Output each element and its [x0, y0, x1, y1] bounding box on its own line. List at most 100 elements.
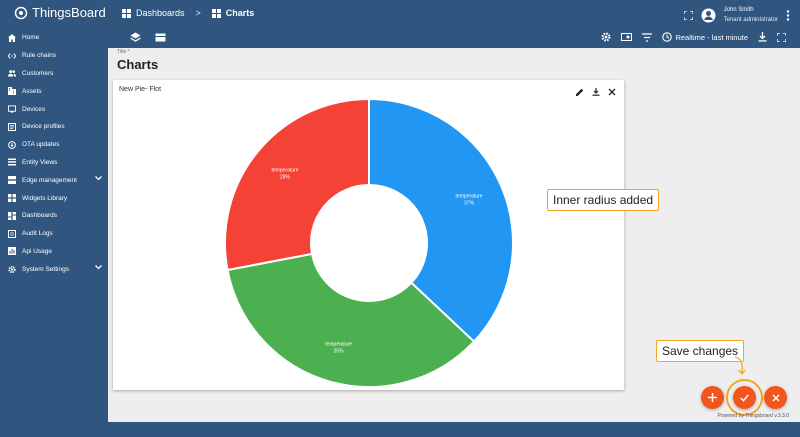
top-bar: ThingsBoard Dashboards > Charts John Smi… [0, 0, 800, 29]
user-info[interactable]: John Smith Tenant administrator [724, 5, 778, 25]
sidebar-item-dashboards[interactable]: Dashboards [0, 207, 108, 225]
powered-by-text: Powered by Thingsboard [717, 413, 773, 419]
user-role: Tenant administrator [723, 17, 778, 23]
save-changes-callout: Save changes [656, 340, 745, 362]
pie-chart: temperature37%temperature35%temperature2… [224, 97, 514, 388]
sidebar-item-edge-management[interactable]: Edge management [0, 171, 108, 189]
more-vert-icon[interactable] [786, 9, 790, 21]
sidebar-item-label: Customers [22, 69, 54, 77]
ota-icon [8, 140, 16, 149]
slice-label-2: temperature [272, 168, 299, 174]
slice-label-0: temperature [456, 194, 483, 200]
sidebar-item-label: System Settings [22, 265, 69, 273]
dashboard-icon [211, 8, 221, 18]
powered-by[interactable]: Powered by Thingsboard v.3.3.0 [717, 413, 789, 419]
pie-chart-widget[interactable]: temperature 37% temperature 35% temperature 2… [113, 80, 624, 390]
sidebar-item-label: OTA updates [22, 141, 60, 149]
plus-icon [708, 393, 717, 402]
dashboard-icon [8, 211, 16, 220]
sidebar-item-label: Devices [22, 105, 46, 113]
sidebar-item-label: Home [22, 34, 40, 42]
page-title[interactable]: Charts [117, 57, 158, 72]
widget-title: New Pie- Flot [119, 86, 162, 93]
close-icon [771, 393, 780, 402]
sidebar-item-device-profiles[interactable]: Device profiles [0, 118, 108, 136]
building-icon [8, 87, 16, 96]
sidebar-item-label: Widgets Library [22, 194, 68, 202]
aliases-icon[interactable] [621, 32, 633, 42]
user-name: John Smith [723, 7, 754, 13]
app-name: ThingsBoard [32, 5, 106, 20]
sidebar-item-widgets-library[interactable]: Widgets Library [0, 189, 108, 207]
sidebar-item-devices[interactable]: Devices [0, 100, 108, 118]
callout-arrow-icon [734, 356, 746, 376]
device-icon [8, 105, 16, 113]
logo[interactable]: ThingsBoard [14, 5, 106, 20]
widget-actions [576, 88, 616, 96]
api-icon [8, 247, 16, 256]
thingsboard-logo-icon [14, 6, 28, 19]
sidebar-item-label: Assets [22, 87, 42, 95]
sidebar-item-label: Edge management [22, 176, 77, 184]
title-field-label: Title * [117, 49, 130, 55]
sidebar-item-label: Device profiles [22, 123, 65, 131]
sidebar-item-label: Dashboards [22, 212, 58, 220]
close-icon[interactable] [608, 88, 616, 96]
breadcrumb-dashboards[interactable]: Dashboards [136, 8, 185, 18]
download-icon[interactable] [592, 88, 600, 96]
pie-slice-2[interactable] [224, 97, 370, 272]
cancel-changes-button[interactable] [764, 386, 787, 409]
filter-icon[interactable] [642, 32, 653, 42]
sidebar-item-assets[interactable]: Assets [0, 82, 108, 100]
sidebar-item-audit-logs[interactable]: Audit Logs [0, 225, 108, 243]
slice-percent-2: 28% [280, 175, 291, 181]
layers-icon[interactable] [130, 32, 141, 43]
edge-icon [8, 176, 16, 185]
code-icon [8, 52, 16, 59]
header-actions: John Smith Tenant administrator [683, 5, 790, 25]
breadcrumb-charts: Charts [225, 8, 255, 18]
check-icon [740, 394, 749, 402]
sidebar-item-rule-chains[interactable]: Rule chains [0, 47, 108, 65]
add-widget-button[interactable] [701, 386, 724, 409]
people-icon [8, 70, 16, 78]
slice-percent-1: 35% [334, 349, 345, 355]
save-changes-button[interactable] [733, 386, 756, 409]
sidebar-item-customers[interactable]: Customers [0, 65, 108, 83]
home-icon [8, 33, 16, 42]
timewindow-label: Realtime - last minute [675, 32, 748, 42]
dashboards-icon [122, 8, 131, 18]
settings-icon [8, 265, 16, 273]
dashboard-layout-icon[interactable] [155, 32, 166, 43]
slice-label-1: temperature [325, 342, 352, 348]
widgets-icon [8, 194, 16, 203]
chevron-down-icon[interactable] [95, 265, 102, 270]
status-bar [0, 422, 800, 437]
sidebar-item-label: Audit Logs [22, 230, 53, 238]
view-icon [8, 158, 16, 166]
timewindow-button[interactable]: Realtime - last minute [662, 32, 748, 42]
fullscreen-icon[interactable] [777, 32, 786, 42]
sidebar: Home Rule chains Customers Assets Device… [0, 29, 108, 437]
sidebar-item-home[interactable]: Home [0, 29, 108, 47]
edit-icon[interactable] [576, 88, 584, 96]
inner-radius-callout: Inner radius added [547, 189, 660, 211]
audit-icon [8, 229, 16, 238]
sidebar-item-entity-views[interactable]: Entity Views [0, 154, 108, 172]
slice-percent-0: 37% [464, 201, 475, 207]
avatar-icon[interactable] [701, 8, 716, 23]
profile-icon [8, 122, 16, 131]
sidebar-item-api-usage[interactable]: Api Usage [0, 243, 108, 261]
breadcrumb: Dashboards > Charts [122, 8, 254, 18]
sidebar-item-label: Rule chains [22, 52, 56, 60]
breadcrumb-separator: > [195, 8, 201, 18]
download-icon[interactable] [758, 32, 767, 42]
fullscreen-icon[interactable] [683, 10, 693, 20]
sidebar-item-ota-updates[interactable]: OTA updates [0, 136, 108, 154]
sidebar-item-label: Entity Views [22, 158, 58, 166]
clock-icon [662, 32, 673, 42]
chevron-down-icon[interactable] [95, 176, 102, 181]
sidebar-item-system-settings[interactable]: System Settings [0, 260, 108, 278]
sidebar-item-label: Api Usage [22, 247, 52, 255]
gear-icon[interactable] [601, 32, 611, 42]
